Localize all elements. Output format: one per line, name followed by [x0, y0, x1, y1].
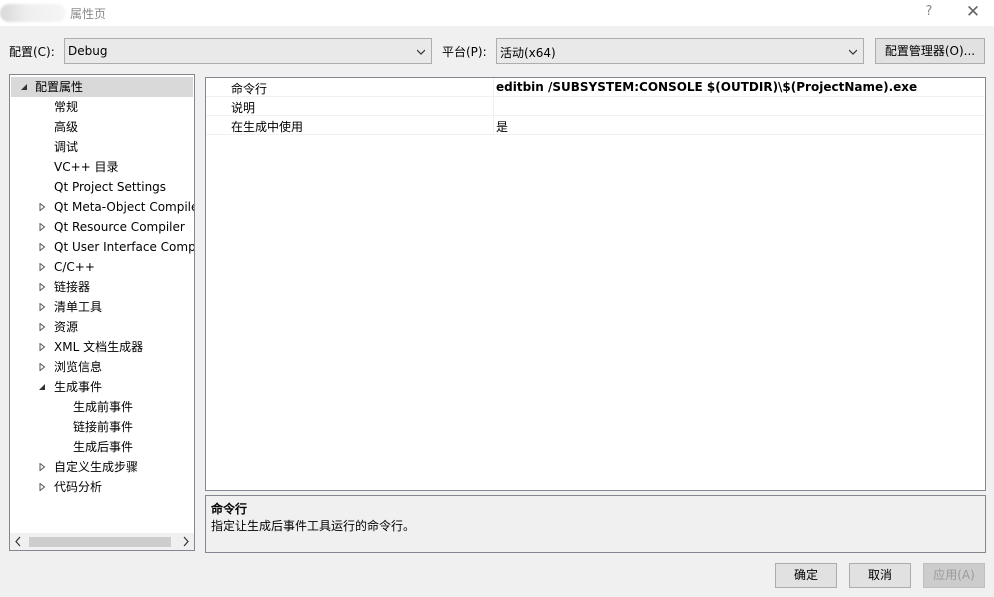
tree-item-label: VC++ 目录	[54, 160, 119, 174]
app-name-obscured	[0, 4, 66, 22]
grid-row-name: 在生成中使用	[231, 120, 304, 134]
horizontal-scrollbar[interactable]	[10, 533, 194, 550]
collapsed-arrow-icon[interactable]	[38, 363, 46, 371]
help-button[interactable]: ?	[918, 3, 940, 21]
collapsed-arrow-icon[interactable]	[38, 343, 46, 351]
tree-item-label: 自定义生成步骤	[54, 460, 139, 474]
collapsed-arrow-icon[interactable]	[38, 263, 46, 271]
config-select-value: Debug	[68, 44, 108, 58]
tree-item-root[interactable]: 配置属性	[11, 77, 193, 97]
collapsed-arrow-icon[interactable]	[38, 463, 46, 471]
expanded-arrow-icon	[21, 84, 27, 90]
grid-row-name: 说明	[231, 101, 256, 115]
tree-item-label: Qt User Interface Compiler	[54, 240, 195, 254]
apply-button[interactable]: 应用(A)	[923, 563, 985, 588]
tree-item-label: 清单工具	[54, 300, 103, 314]
ok-button[interactable]: 确定	[775, 563, 837, 588]
collapsed-arrow-icon[interactable]	[38, 223, 46, 231]
config-manager-button[interactable]: 配置管理器(O)...	[875, 38, 985, 64]
close-button[interactable]: ✕	[962, 3, 984, 21]
collapsed-arrow-icon[interactable]	[38, 283, 46, 291]
tree-item-pre-build-event[interactable]: 生成前事件	[73, 397, 133, 417]
grid-row-value[interactable]: 是	[496, 118, 508, 135]
collapsed-arrow-icon[interactable]	[38, 243, 46, 251]
platform-label: 平台(P):	[442, 45, 487, 59]
collapsed-arrow-icon[interactable]	[38, 323, 46, 331]
property-tree[interactable]: 配置属性 常规 高级 调试 VC++ 目录 Qt Project Setting…	[9, 74, 195, 551]
title-bar: 属性页 ? ✕	[0, 0, 994, 26]
tree-item-vc-directories[interactable]: VC++ 目录	[54, 157, 119, 177]
cancel-button[interactable]: 取消	[849, 563, 911, 588]
property-grid: 命令行 editbin /SUBSYSTEM:CONSOLE $(OUTDIR)…	[205, 77, 986, 491]
tree-item-label: 链接前事件	[73, 420, 134, 434]
tree-item-post-build-event[interactable]: 生成后事件	[73, 437, 133, 457]
config-label: 配置(C):	[9, 45, 55, 59]
chevron-down-icon	[849, 49, 857, 55]
grid-row-name: 命令行	[231, 82, 268, 96]
description-text: 指定让生成后事件工具运行的命令行。	[211, 519, 416, 533]
collapsed-arrow-icon[interactable]	[38, 303, 46, 311]
tree-item-label: 常规	[54, 100, 79, 114]
platform-select-value: 活动(x64)	[500, 46, 556, 60]
tree-item-label: Qt Meta-Object Compiler	[54, 200, 195, 214]
tree-item-label: Qt Resource Compiler	[54, 220, 185, 234]
scroll-left-icon[interactable]	[10, 533, 27, 550]
tree-item-label: 生成前事件	[73, 400, 134, 414]
collapsed-arrow-icon[interactable]	[38, 483, 46, 491]
chevron-down-icon	[417, 49, 425, 55]
tree-item-label: 调试	[54, 140, 79, 154]
grid-row-description[interactable]: 说明	[206, 97, 985, 116]
window-title: 属性页	[70, 7, 107, 21]
tree-item-label: XML 文档生成器	[54, 340, 144, 354]
tree-item-label: 生成后事件	[73, 440, 134, 454]
tree-item-debugging[interactable]: 调试	[54, 137, 78, 157]
scroll-right-icon[interactable]	[177, 533, 194, 550]
description-title: 命令行	[211, 502, 248, 516]
tree-item-advanced[interactable]: 高级	[54, 117, 78, 137]
tree-item-label: 浏览信息	[54, 360, 103, 374]
collapsed-arrow-icon[interactable]	[38, 203, 46, 211]
tree-item-label: Qt Project Settings	[54, 180, 167, 194]
tree-item-qt-project-settings[interactable]: Qt Project Settings	[54, 177, 166, 197]
tree-item-label: 链接器	[54, 280, 91, 294]
grid-row-value[interactable]: editbin /SUBSYSTEM:CONSOLE $(OUTDIR)\$(P…	[496, 80, 917, 94]
description-panel: 命令行 指定让生成后事件工具运行的命令行。	[205, 495, 986, 553]
tree-item-label: C/C++	[54, 260, 95, 274]
grid-row-use-in-build[interactable]: 在生成中使用 是	[206, 116, 985, 135]
tree-item-pre-link-event[interactable]: 链接前事件	[73, 417, 133, 437]
tree-item-label: 资源	[54, 320, 79, 334]
grid-row-command-line[interactable]: 命令行 editbin /SUBSYSTEM:CONSOLE $(OUTDIR)…	[206, 78, 985, 97]
tree-item-label: 生成事件	[54, 380, 103, 394]
expanded-arrow-icon[interactable]	[38, 383, 46, 391]
scrollbar-thumb[interactable]	[29, 537, 171, 547]
tree-item-label: 高级	[54, 120, 79, 134]
platform-select[interactable]: 活动(x64)	[496, 38, 864, 64]
config-select[interactable]: Debug	[64, 38, 432, 64]
tree-item-label: 配置属性	[35, 80, 84, 94]
tree-item-general[interactable]: 常规	[54, 97, 78, 117]
tree-item-label: 代码分析	[54, 480, 103, 494]
